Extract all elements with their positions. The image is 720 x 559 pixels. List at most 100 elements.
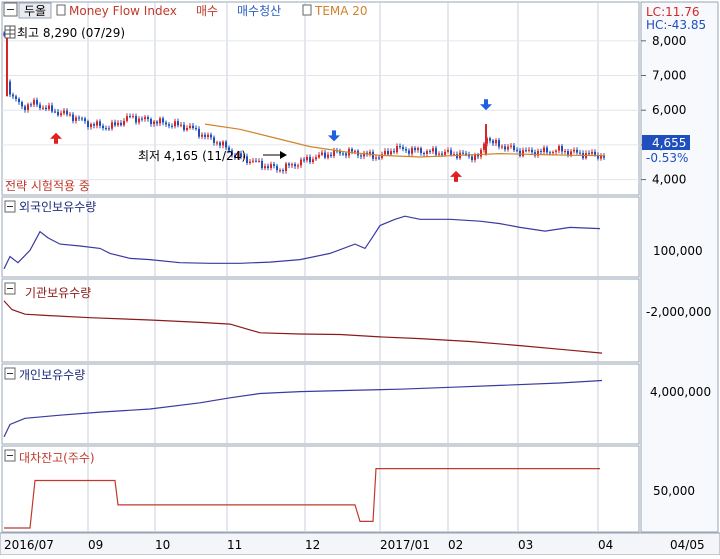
candle-body — [567, 151, 569, 155]
candle-body — [300, 159, 302, 166]
candle-body — [48, 105, 50, 110]
candle-body — [57, 111, 59, 116]
candle-body — [408, 150, 410, 154]
candle-body — [570, 151, 572, 155]
candle-body — [51, 105, 53, 112]
institution-title: 기관보유수량 — [25, 286, 91, 300]
candle-body — [156, 121, 158, 124]
lending-tick: 50,000 — [653, 484, 695, 498]
price-tick: 8,000 — [652, 34, 686, 48]
candle-body — [153, 121, 155, 125]
individual-panel — [1, 363, 640, 445]
candle-body — [384, 150, 386, 155]
candle-body — [42, 107, 44, 109]
candle-body — [519, 150, 521, 157]
candle-body — [39, 104, 41, 109]
candle-body — [282, 170, 284, 172]
candle-body — [222, 141, 224, 146]
candle-body — [444, 151, 446, 155]
candle-body — [177, 121, 179, 126]
candle-body — [138, 118, 140, 123]
candle-body — [102, 125, 104, 129]
candle-body — [552, 151, 554, 153]
candle-body — [303, 159, 305, 161]
x-label: 02 — [448, 538, 463, 552]
chart-svg: 두올 Money Flow Index 매수 매수청산 TEMA 20 최고 8… — [0, 1, 720, 556]
candle-body — [450, 150, 452, 155]
price-tick: 7,000 — [652, 69, 686, 83]
candle-body — [12, 94, 14, 97]
candle-body — [375, 157, 377, 159]
candle-body — [507, 146, 509, 150]
current-price: 4,655 — [652, 136, 686, 150]
candle-body — [309, 156, 311, 163]
candle-body — [294, 164, 296, 167]
candle-body — [354, 150, 356, 152]
candle-body — [546, 147, 548, 153]
candle-body — [159, 118, 161, 124]
candle-body — [297, 165, 299, 167]
legend-checkbox[interactable] — [56, 4, 66, 16]
candle-body — [132, 116, 134, 118]
candle-body — [246, 156, 248, 163]
candle-body — [225, 141, 227, 148]
candle-body — [210, 134, 212, 138]
candle-body — [306, 156, 308, 161]
candle-body — [219, 142, 221, 146]
candle-body — [141, 118, 143, 120]
candle-body — [189, 125, 191, 128]
candle-body — [399, 146, 401, 148]
candle-body — [258, 160, 260, 162]
candle-body — [417, 148, 419, 150]
institution-tick: -2,000,000 — [646, 305, 711, 319]
candle-body — [270, 164, 272, 169]
candle-body — [540, 151, 542, 153]
candle-body — [198, 128, 200, 137]
candle-body — [522, 150, 524, 157]
candle-body — [591, 151, 593, 154]
candle-body — [288, 163, 290, 166]
candle-body — [414, 147, 416, 150]
individual-tick: 4,000,000 — [650, 385, 711, 399]
lc-label: LC:11.76 — [646, 5, 699, 19]
candle-body — [150, 119, 152, 125]
candle-body — [96, 121, 98, 126]
candle-body — [180, 124, 182, 126]
candle-body — [411, 147, 413, 154]
candle-body — [144, 117, 146, 120]
candle-body — [465, 153, 467, 155]
candle-body — [513, 145, 515, 151]
candle-body — [504, 146, 506, 150]
candle-body — [27, 104, 29, 111]
candle-body — [162, 118, 164, 123]
candle-body — [186, 127, 188, 131]
candle-body — [498, 140, 500, 147]
candle-body — [462, 152, 464, 154]
candle-body — [279, 170, 281, 172]
candle-body — [291, 164, 293, 166]
candle-body — [480, 149, 482, 157]
x-label: 04 — [598, 538, 613, 552]
candle-body — [420, 148, 422, 154]
x-label: 2016/07 — [4, 538, 54, 552]
candle-body — [171, 125, 173, 127]
candle-body — [351, 148, 353, 152]
change-pct: -0.53% — [646, 151, 688, 165]
candle-body — [252, 160, 254, 162]
individual-title: 개인보유수량 — [19, 368, 85, 382]
x-label: 2017/01 — [380, 538, 430, 552]
candle-body — [135, 116, 137, 123]
candle-body — [123, 120, 125, 126]
candle-body — [21, 102, 23, 107]
institution-panel — [1, 278, 640, 363]
candle-body — [66, 110, 68, 115]
candle-body — [87, 121, 89, 127]
lending-panel — [1, 445, 640, 533]
legend-buy: 매수 — [196, 4, 218, 18]
legend-checkbox-tema[interactable] — [302, 4, 312, 16]
candle-body — [576, 149, 578, 153]
candle-body — [216, 142, 218, 144]
candle-body — [492, 140, 494, 144]
candle-body — [405, 149, 407, 151]
x-label: 12 — [305, 538, 320, 552]
